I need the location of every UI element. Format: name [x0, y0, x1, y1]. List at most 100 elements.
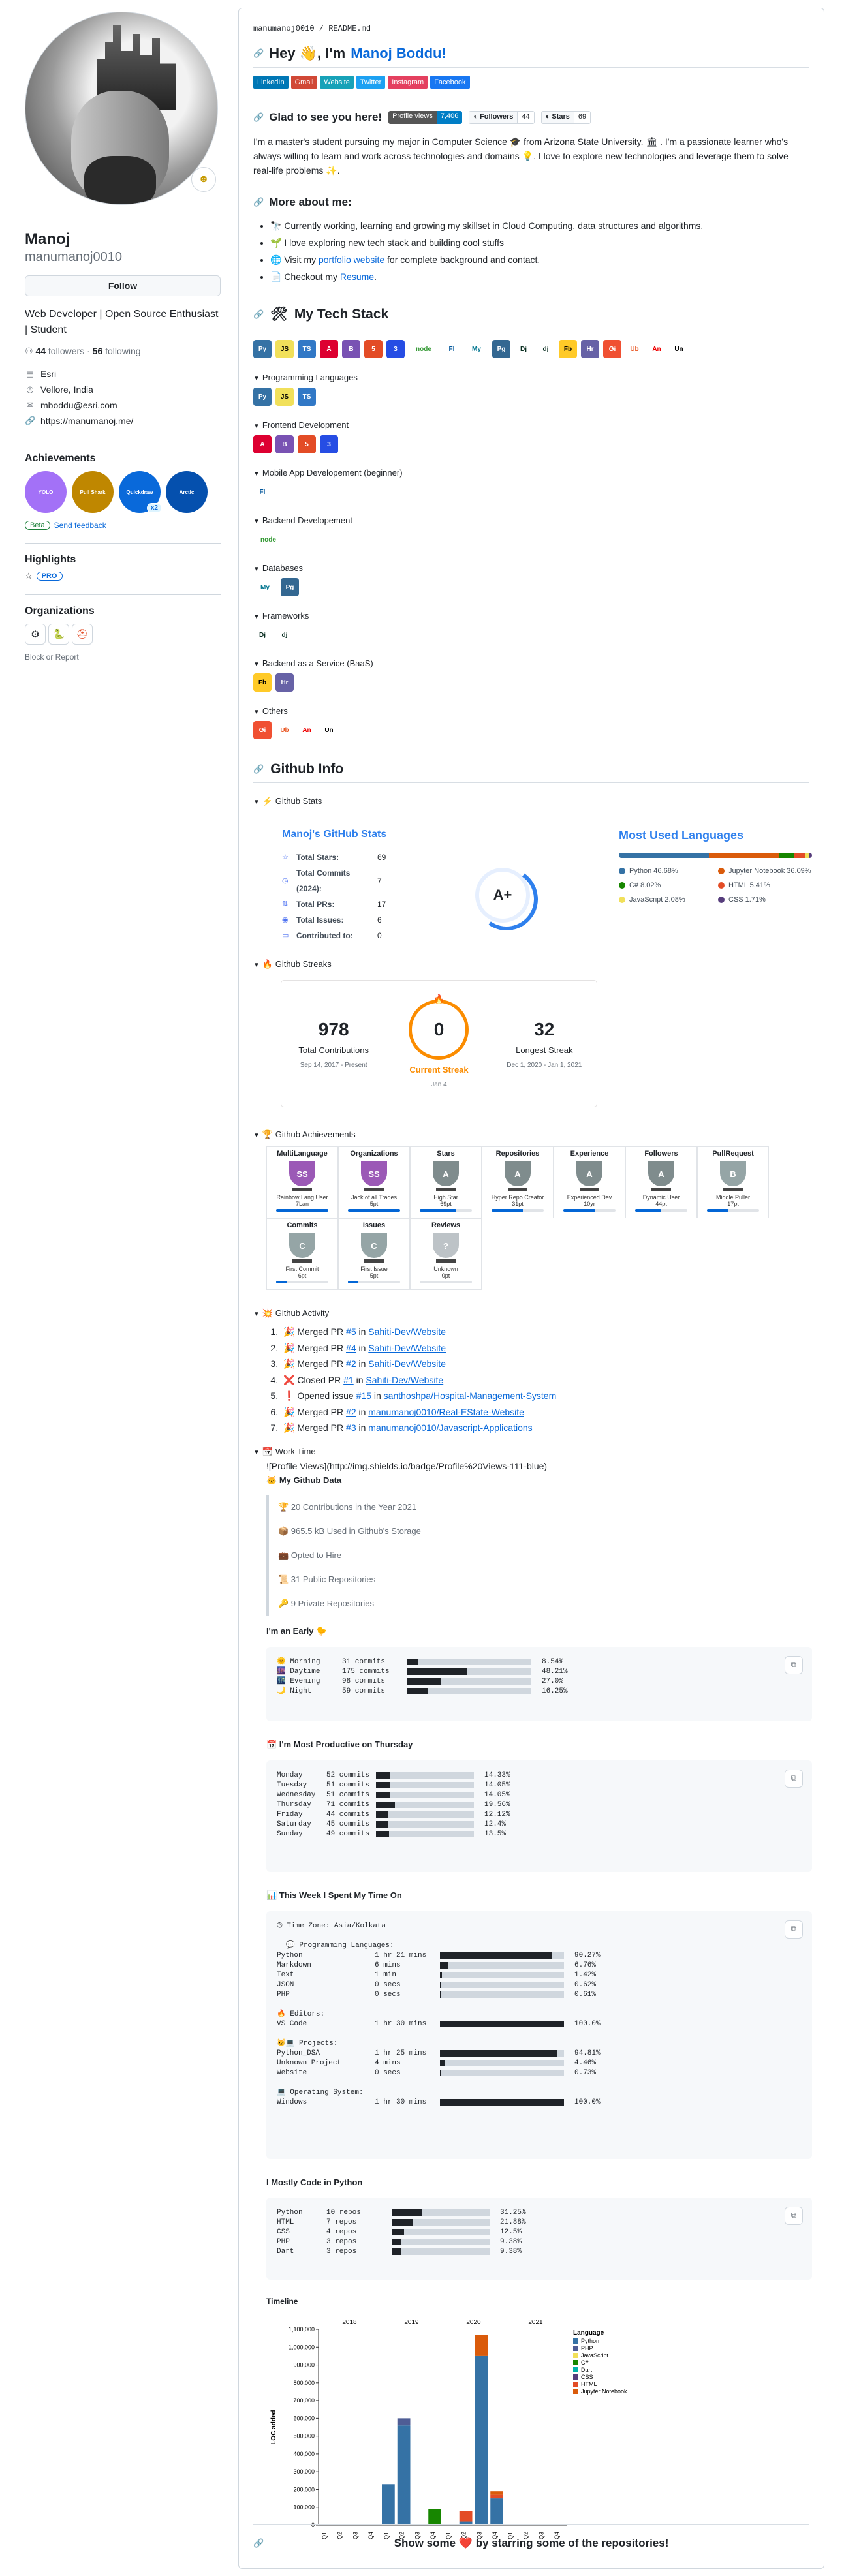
- stat-line: VS Code 1 hr 30 mins 100.0%: [277, 2019, 601, 2028]
- trophy-icon: SS: [289, 1161, 315, 1186]
- achievements-heading[interactable]: Achievements: [25, 442, 221, 465]
- tech-group-summary[interactable]: ▼ Frameworks: [253, 611, 809, 621]
- org-avatar-3[interactable]: ⛑: [72, 624, 93, 645]
- github-activity-summary[interactable]: ▼ 💥 Github Activity: [253, 1308, 809, 1319]
- github-data-item: 📜 31 Public Repositories: [278, 1574, 376, 1584]
- anchor-link-icon[interactable]: 🔗: [253, 2538, 264, 2549]
- tech-group-summary[interactable]: ▼ Backend Developement: [253, 515, 809, 525]
- copy-icon[interactable]: ⧉: [785, 1769, 803, 1788]
- repo-link[interactable]: Sahiti-Dev/Website: [368, 1326, 446, 1337]
- org-avatar-1[interactable]: ⚙: [25, 624, 46, 645]
- avatar[interactable]: [25, 12, 218, 205]
- copy-icon[interactable]: ⧉: [785, 1920, 803, 1939]
- stars-badge[interactable]: ◐ Stars 69: [540, 111, 591, 124]
- github-achievements-summary[interactable]: ▼ 🏆 Github Achievements: [253, 1129, 809, 1140]
- anchor-link-icon[interactable]: 🔗: [253, 48, 264, 59]
- trophy-card: Issues C First Issue 5pt: [338, 1218, 410, 1290]
- tech-group-summary[interactable]: ▼ Databases: [253, 563, 809, 573]
- pr-link[interactable]: #1: [343, 1375, 354, 1385]
- fire-icon: 🔥: [433, 993, 445, 1004]
- repo-link[interactable]: manumanoj0010/Real-EState-Website: [368, 1407, 524, 1417]
- tech-group-summary[interactable]: ▼ Others: [253, 706, 809, 716]
- trophy-icon: C: [361, 1233, 387, 1258]
- followers-link[interactable]: 44 followers: [35, 346, 84, 356]
- activity-item: 🎉 Merged PR #3 in manumanoj0010/Javascri…: [281, 1420, 809, 1436]
- following-link[interactable]: 56 following: [93, 346, 141, 356]
- achievement-badge[interactable]: Arctic: [166, 471, 208, 513]
- anchor-link-icon[interactable]: 🔗: [253, 764, 264, 774]
- progress-bar: [440, 2050, 564, 2057]
- social-badge-linkedin[interactable]: LinkedIn: [253, 76, 289, 89]
- anchor-link-icon[interactable]: 🔗: [253, 309, 264, 320]
- legend-swatch: [573, 2367, 578, 2372]
- repo-link[interactable]: Sahiti-Dev/Website: [368, 1343, 446, 1353]
- trophy-icon: ?: [433, 1233, 459, 1258]
- achievement-badge[interactable]: Pull Shark: [72, 471, 114, 513]
- tech-group-summary[interactable]: ▼ Frontend Development: [253, 420, 809, 430]
- anchor-link-icon[interactable]: 🔗: [253, 197, 264, 207]
- tech-stack-icons: Py JS TS A B 5 3 node Fl My Pg Dj dj Fb Hr Gi Ub An Un: [253, 340, 809, 358]
- tech-group-summary[interactable]: ▼ Mobile App Developement (beginner): [253, 468, 809, 478]
- intro-paragraph: I'm a master's student pursuing my major…: [253, 136, 789, 176]
- stat-line: Friday 44 commits 12.12%: [277, 1810, 510, 1818]
- copy-icon[interactable]: ⧉: [785, 2206, 803, 2225]
- copy-icon[interactable]: ⧉: [785, 1655, 803, 1674]
- repo-link[interactable]: Sahiti-Dev/Website: [366, 1375, 443, 1385]
- website-link[interactable]: https://manumanoj.me/: [40, 413, 133, 429]
- stat-line: Markdown 6 mins 6.76%: [277, 1961, 597, 1969]
- pr-link[interactable]: #4: [346, 1343, 356, 1353]
- achievement-badges: YOLO Pull Shark Quickdraw x2 Arctic: [25, 471, 221, 513]
- achievement-badge[interactable]: YOLO: [25, 471, 67, 513]
- trophy-icon: A: [505, 1161, 531, 1186]
- block-or-report-link[interactable]: Block or Report: [25, 652, 221, 662]
- github-streaks-summary[interactable]: ▼ 🔥 Github Streaks: [253, 959, 809, 970]
- pr-link[interactable]: #2: [346, 1358, 356, 1369]
- pr-link[interactable]: #5: [346, 1326, 356, 1337]
- legend-swatch: [573, 2359, 578, 2365]
- email-link[interactable]: mboddu@esri.com: [40, 397, 117, 413]
- pr-link[interactable]: #2: [346, 1407, 356, 1417]
- timeline-heading: Timeline: [266, 2296, 298, 2306]
- stat-line: HTML 7 repos 21.88%: [277, 2218, 526, 2226]
- portfolio-link[interactable]: portfolio website: [319, 254, 384, 265]
- stat-line: 🌞 Morning 31 commits 8.54%: [277, 1657, 564, 1666]
- status-emoji-icon[interactable]: ☻: [191, 167, 216, 192]
- social-badge-gmail[interactable]: Gmail: [290, 76, 318, 89]
- send-feedback-link[interactable]: Send feedback: [54, 521, 106, 530]
- readme-breadcrumb[interactable]: manumanoj0010 / README.md: [253, 24, 809, 33]
- y-tick-label: 800,000: [293, 2379, 315, 2385]
- social-badge-facebook[interactable]: Facebook: [430, 76, 470, 89]
- work-time-summary[interactable]: ▼ 📆 Work Time: [253, 1447, 809, 1457]
- followers-badge[interactable]: ◐ Followers 44: [469, 111, 535, 124]
- stat-line: 🌃 Evening 98 commits 27.0%: [277, 1677, 564, 1685]
- org-avatar-2[interactable]: 🐍: [48, 624, 69, 645]
- trophy-card: Repositories A Hyper Repo Creator 31pt: [482, 1146, 554, 1218]
- follow-button[interactable]: Follow: [25, 275, 221, 296]
- languages-bar: [619, 853, 812, 858]
- tech-group-summary[interactable]: ▼ Programming Languages: [253, 373, 809, 382]
- resume-link[interactable]: Resume: [340, 271, 374, 282]
- achievement-badge[interactable]: Quickdraw x2: [119, 471, 162, 513]
- repo-link[interactable]: santhoshpa/Hospital-Management-System: [384, 1390, 557, 1401]
- repo-link[interactable]: Sahiti-Dev/Website: [368, 1358, 446, 1369]
- y-tick-label: 400,000: [293, 2450, 315, 2457]
- social-badge-website[interactable]: Website: [320, 76, 354, 89]
- pr-link[interactable]: #3: [346, 1422, 356, 1433]
- github-stats-summary[interactable]: ▼ ⚡ Github Stats: [253, 796, 809, 806]
- anchor-link-icon[interactable]: 🔗: [253, 112, 264, 123]
- social-badge-twitter[interactable]: Twitter: [356, 76, 386, 89]
- trophy-card: Followers A Dynamic User 44pt: [625, 1146, 697, 1218]
- company: Esri: [40, 369, 57, 379]
- tech-icon: dj: [537, 340, 555, 358]
- pr-link[interactable]: #15: [356, 1390, 371, 1401]
- y-tick-label: 1,000,000: [289, 2344, 315, 2350]
- tech-group-icons: Py JS TS: [253, 388, 809, 406]
- organizations-heading: Organizations: [25, 594, 221, 617]
- social-badge-instagram[interactable]: Instagram: [388, 76, 428, 89]
- y-tick-label: 1,100,000: [289, 2326, 315, 2333]
- repo-link[interactable]: manumanoj0010/Javascript-Applications: [368, 1422, 532, 1433]
- tech-group-summary[interactable]: ▼ Backend as a Service (BaaS): [253, 658, 809, 668]
- progress-bar: [407, 1668, 531, 1675]
- legend-label: JavaScript: [581, 2352, 609, 2359]
- progress-bar: [392, 2229, 490, 2235]
